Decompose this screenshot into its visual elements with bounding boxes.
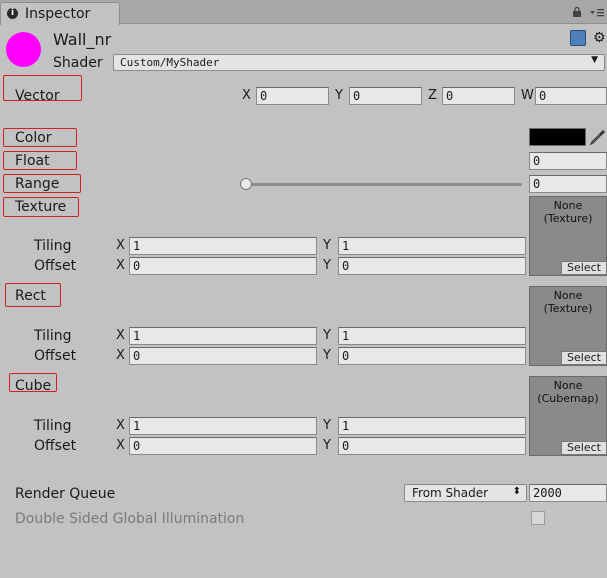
cube-offset-y-axis: Y [323,438,331,453]
cube-label: Cube [15,378,52,394]
inspector-tab[interactable]: i Inspector [0,2,120,25]
range-slider-handle[interactable] [240,178,252,190]
rect-offset-y-axis: Y [323,348,331,363]
dropdown-arrow-icon: ▼ [591,55,598,65]
cube-tiling-x-axis: X [116,418,125,433]
double-sided-gi-checkbox[interactable] [531,511,545,525]
float-field[interactable]: 0 [529,152,607,170]
texture-label: Texture [15,199,67,215]
rect-tiling-y-axis: Y [323,328,331,343]
cube-tiling-y-axis: Y [323,418,331,433]
range-slider-track[interactable] [245,183,522,186]
rect-label: Rect [15,288,46,304]
vector-z-field[interactable]: 0 [442,87,515,105]
color-swatch[interactable] [529,128,586,146]
texture-offset-x-field[interactable]: 0 [129,257,317,275]
range-field[interactable]: 0 [529,175,607,193]
float-label: Float [15,153,50,169]
rect-offset-label: Offset [34,348,77,364]
cube-offset-x-axis: X [116,438,125,453]
cube-offset-y-field[interactable]: 0 [338,437,526,455]
texture-tiling-y-field[interactable]: 1 [338,237,526,255]
rect-offset-x-axis: X [116,348,125,363]
texture-tiling-x-axis: X [116,238,125,253]
material-preview-icon [6,32,41,67]
vector-w-axis: W [521,88,534,103]
cube-offset-x-field[interactable]: 0 [129,437,317,455]
vector-y-field[interactable]: 0 [349,87,422,105]
tab-label: Inspector [25,6,91,22]
double-sided-gi-label: Double Sided Global Illumination [15,511,245,527]
vector-x-field[interactable]: 0 [256,87,329,105]
texture-tiling-label: Tiling [34,238,72,254]
texture-offset-y-field[interactable]: 0 [338,257,526,275]
render-queue-dropdown[interactable]: From Shader ⬍ [404,484,527,502]
rect-select-button[interactable]: Select [561,351,607,365]
rect-tiling-label: Tiling [34,328,72,344]
lock-icon[interactable] [572,7,582,17]
cube-slot-line1: None [553,379,583,392]
vector-w-field[interactable]: 0 [535,87,607,105]
texture-tiling-y-axis: Y [323,238,331,253]
rect-tiling-y-field[interactable]: 1 [338,327,526,345]
texture-offset-x-axis: X [116,258,125,273]
updown-arrow-icon: ⬍ [512,486,521,497]
color-label: Color [15,130,52,146]
rect-tiling-x-axis: X [116,328,125,343]
vector-y-axis: Y [335,88,343,103]
cube-tiling-label: Tiling [34,418,72,434]
texture-offset-y-axis: Y [323,258,331,273]
cube-tiling-y-field[interactable]: 1 [338,417,526,435]
shader-value: Custom/MyShader [120,56,220,69]
help-book-icon[interactable] [570,30,586,46]
render-queue-field[interactable]: 2000 [529,484,607,502]
eyedropper-icon[interactable] [589,128,607,146]
rect-offset-x-field[interactable]: 0 [129,347,317,365]
cube-slot-line2: (Cubemap) [537,392,599,405]
shader-label: Shader [53,55,103,71]
vector-label: Vector [15,88,60,104]
texture-select-button[interactable]: Select [561,261,607,275]
material-name: Wall_nr [53,30,112,49]
rect-offset-y-field[interactable]: 0 [338,347,526,365]
rect-slot-line2: (Texture) [543,302,593,315]
gear-icon[interactable]: ⚙ [593,30,606,46]
cube-tiling-x-field[interactable]: 1 [129,417,317,435]
range-label: Range [15,176,60,192]
rect-slot-line1: None [553,289,583,302]
vector-z-axis: Z [428,88,437,103]
cube-select-button[interactable]: Select [561,441,607,455]
context-menu-icon[interactable] [589,6,605,18]
texture-tiling-x-field[interactable]: 1 [129,237,317,255]
info-icon: i [7,8,18,19]
texture-offset-label: Offset [34,258,77,274]
rect-tiling-x-field[interactable]: 1 [129,327,317,345]
vector-x-axis: X [242,88,251,103]
texture-slot-line1: None [553,199,583,212]
cube-offset-label: Offset [34,438,77,454]
shader-dropdown[interactable]: Custom/MyShader ▼ [113,54,605,71]
texture-slot-line2: (Texture) [543,212,593,225]
render-queue-mode: From Shader [412,486,489,500]
render-queue-label: Render Queue [15,486,116,502]
